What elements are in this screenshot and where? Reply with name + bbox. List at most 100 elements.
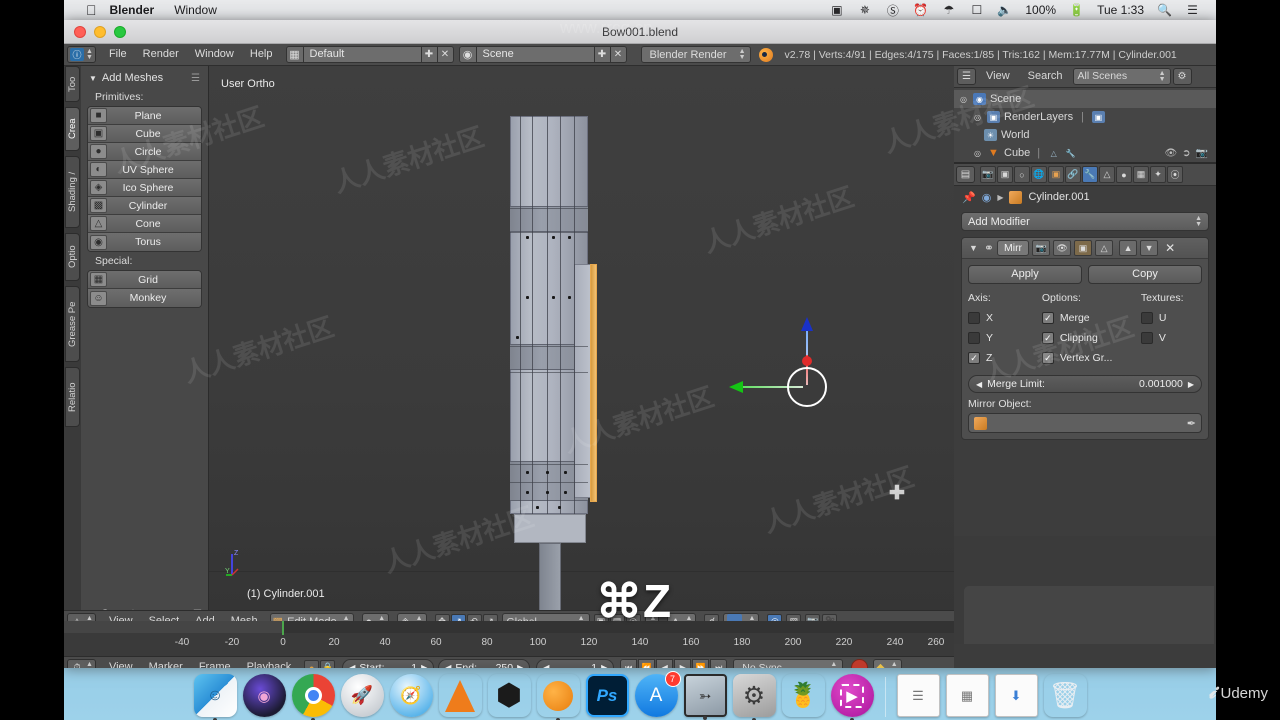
- tab-data[interactable]: △: [1099, 166, 1115, 183]
- menu-render[interactable]: Render: [135, 46, 187, 63]
- vertexgroup-checkbox[interactable]: ✓: [1041, 352, 1054, 364]
- scene-selector[interactable]: ◉ Scene ✚ ✕: [458, 46, 627, 63]
- dock-doc-1[interactable]: ☰: [896, 674, 940, 717]
- jump-end-icon[interactable]: ⏭: [710, 659, 728, 668]
- dock-item-media-player[interactable]: ▶: [830, 674, 874, 720]
- option-merge-row[interactable]: ✓ Merge: [1041, 308, 1139, 328]
- tab-world[interactable]: 🌐: [1031, 166, 1047, 183]
- autokey-icon[interactable]: ●: [304, 660, 320, 668]
- dock-item-unity[interactable]: ⬢: [488, 674, 531, 717]
- expand-icon[interactable]: ◎: [974, 149, 983, 158]
- editmode-toggle-icon[interactable]: ▣: [1074, 240, 1093, 256]
- axis-x-row[interactable]: X: [968, 308, 1040, 328]
- collapse-icon[interactable]: ◎: [960, 95, 969, 104]
- outliner-icon[interactable]: ☰: [957, 68, 976, 85]
- toolshelf-tab-create[interactable]: Crea: [65, 107, 80, 151]
- lock-icon[interactable]: 🔒: [320, 660, 336, 668]
- add-ico-sphere-button[interactable]: ◈ Ico Sphere: [88, 179, 201, 197]
- timeline-scrollbar-thumb[interactable]: [64, 621, 282, 633]
- add-meshes-panel-header[interactable]: ▼ Add Meshes ☰: [87, 70, 202, 88]
- menubar-clock[interactable]: Tue 1:33: [1097, 3, 1144, 17]
- tab-constraints[interactable]: 🔗: [1065, 166, 1081, 183]
- volume-icon[interactable]: 🔈: [997, 3, 1012, 17]
- dock-doc-2[interactable]: ▦: [945, 674, 989, 717]
- search-icon[interactable]: 🔍: [1157, 3, 1172, 17]
- mesh-data-icon[interactable]: △: [1047, 147, 1060, 159]
- play-reverse-icon[interactable]: ◀: [656, 659, 674, 668]
- add-cone-button[interactable]: △ Cone: [88, 215, 201, 233]
- scene-value[interactable]: Scene: [476, 46, 595, 63]
- realtime-toggle-icon[interactable]: 👁: [1053, 240, 1072, 256]
- start-frame-field[interactable]: ◀ Start: 1 ▶: [342, 659, 435, 668]
- timemachine-icon[interactable]: ⏰: [913, 3, 928, 17]
- dock-item-screenshot[interactable]: ➳: [683, 674, 727, 720]
- tab-render[interactable]: 📷: [980, 166, 996, 183]
- add-cube-button[interactable]: ▣ Cube: [88, 125, 201, 143]
- add-uv-sphere-button[interactable]: ◐ UV Sphere: [88, 161, 201, 179]
- 3d-cursor-ring[interactable]: [787, 367, 827, 407]
- dock-item-vlc[interactable]: [439, 674, 482, 717]
- outliner-menu-view[interactable]: View: [978, 68, 1018, 85]
- delete-scene-button[interactable]: ✕: [610, 46, 627, 63]
- axis-z-row[interactable]: ✓ Z: [968, 348, 1040, 368]
- manipulator-z-arrow[interactable]: [801, 317, 813, 331]
- screen-layout-value[interactable]: Default: [303, 46, 422, 63]
- expand-icon[interactable]: ◎: [974, 113, 983, 122]
- dock-item-fruit[interactable]: 🍍: [782, 674, 825, 717]
- add-modifier-button[interactable]: Add Modifier ▲ ▼: [961, 212, 1209, 231]
- add-layout-button[interactable]: ✚: [421, 46, 438, 63]
- tab-modifier[interactable]: 🔧: [1082, 166, 1098, 183]
- axis-y-row[interactable]: Y: [968, 328, 1040, 348]
- texture-v-row[interactable]: V: [1140, 328, 1202, 348]
- toolshelf-tab-tools[interactable]: Too: [65, 66, 80, 102]
- dock-item-blender[interactable]: [537, 674, 580, 720]
- airplay-icon[interactable]: ☐: [969, 3, 984, 17]
- close-icon[interactable]: ✕: [1165, 241, 1175, 255]
- battery-icon[interactable]: 🔋: [1069, 3, 1084, 17]
- tab-scene[interactable]: ○: [1014, 166, 1030, 183]
- timeline-menu-playback[interactable]: Playback: [239, 659, 300, 668]
- timeline-menu-view[interactable]: View: [101, 659, 141, 668]
- sync-mode-selector[interactable]: No Sync ▲▼: [733, 659, 844, 668]
- toolshelf-tab-relations[interactable]: Relatio: [65, 367, 80, 427]
- timeline-ruler-area[interactable]: -40 -20 0 20 40 60 80 100 120 140 160 18…: [64, 621, 954, 656]
- merge-limit-slider[interactable]: ◀ Merge Limit: 0.001000 ▶: [968, 375, 1202, 393]
- axis-z-checkbox[interactable]: ✓: [968, 352, 980, 364]
- texture-u-checkbox[interactable]: [1140, 312, 1153, 324]
- merge-checkbox[interactable]: ✓: [1041, 312, 1054, 324]
- tab-texture[interactable]: ▦: [1133, 166, 1149, 183]
- timeline-menu-frame[interactable]: Frame: [191, 659, 239, 668]
- mesh-model[interactable]: [502, 116, 617, 610]
- mirror-object-field[interactable]: ✒: [968, 413, 1202, 433]
- manipulator-x-arrow[interactable]: [729, 381, 743, 393]
- timeline-editor-type[interactable]: ⏱ ▲▼: [67, 659, 96, 668]
- axis-x-checkbox[interactable]: [968, 312, 980, 324]
- next-keyframe-icon[interactable]: ⏩: [692, 659, 710, 668]
- jump-start-icon[interactable]: ⏮: [620, 659, 638, 668]
- toolshelf-tab-grease-pencil[interactable]: Grease Pe: [65, 286, 80, 362]
- tab-object[interactable]: ▣: [1048, 166, 1064, 183]
- dock-item-finder[interactable]: ☺: [193, 674, 237, 720]
- add-monkey-button[interactable]: ☺ Monkey: [88, 289, 201, 307]
- render-toggle-icon[interactable]: 📷: [1032, 240, 1051, 256]
- outliner-scope-selector[interactable]: All Scenes ▲ ▼: [1072, 68, 1171, 85]
- menubar-item-window[interactable]: Window: [174, 3, 217, 17]
- slider-left-arrow-icon[interactable]: ◀: [976, 380, 982, 389]
- outliner-filter-icon[interactable]: ⚙: [1172, 68, 1192, 85]
- dock-item-photoshop[interactable]: Ps: [585, 674, 629, 717]
- manipulator-origin[interactable]: [802, 356, 812, 366]
- pin-icon[interactable]: 📌: [962, 191, 976, 204]
- end-frame-field[interactable]: ◀ End: 250 ▶: [438, 659, 531, 668]
- texture-v-checkbox[interactable]: [1140, 332, 1153, 344]
- menu-file[interactable]: File: [101, 46, 135, 63]
- scene-icon[interactable]: ◉: [982, 191, 992, 204]
- dock-item-launchpad[interactable]: 🚀: [340, 674, 384, 717]
- eye-icon[interactable]: 👁: [1164, 148, 1177, 159]
- clipping-checkbox[interactable]: ✓: [1041, 332, 1054, 344]
- modifier-wrench-icon[interactable]: 🔧: [1064, 147, 1077, 159]
- outliner-row-cube[interactable]: ◎ ▼ Cube | △ 🔧 👁 ➲ 📷: [954, 144, 1216, 162]
- option-clipping-row[interactable]: ✓ Clipping: [1041, 328, 1139, 348]
- add-circle-button[interactable]: ● Circle: [88, 143, 201, 161]
- wifi-icon[interactable]: ☂: [941, 3, 956, 17]
- notification-center-icon[interactable]: ☰: [1185, 3, 1200, 17]
